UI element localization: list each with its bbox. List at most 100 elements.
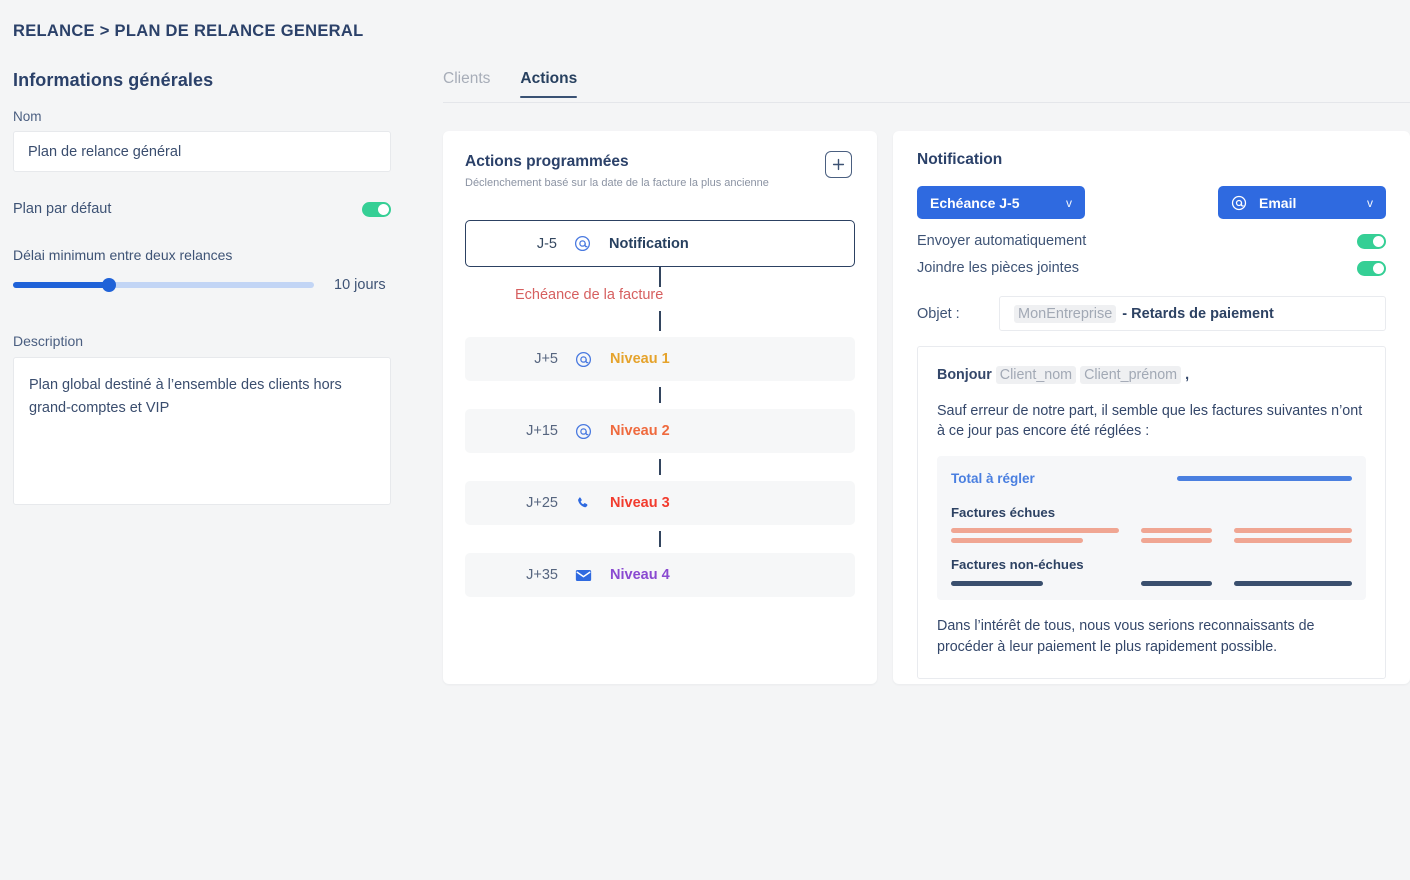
timeline-item-day: J+5: [534, 351, 558, 367]
placeholder-bar: [1140, 581, 1212, 587]
invoice-overdue-placeholder-rows: [951, 528, 1352, 544]
placeholder-column: [1233, 581, 1352, 587]
placeholder-bar: [1233, 581, 1352, 587]
description-label: Description: [13, 333, 84, 349]
timeline-item-label: Niveau 2: [610, 423, 670, 439]
timeline-item-label: Niveau 3: [610, 495, 670, 511]
delay-slider-fill: [13, 282, 110, 288]
tab-clients[interactable]: Clients: [443, 70, 490, 97]
delay-slider[interactable]: [13, 278, 314, 292]
placeholder-column: [1233, 528, 1352, 544]
invoice-total-row: Total à régler: [951, 469, 1352, 489]
name-input[interactable]: Plan de relance général: [13, 131, 391, 172]
at-icon: [574, 235, 604, 252]
delay-slider-row: 10 jours: [13, 277, 393, 293]
placeholder-bar: [1140, 528, 1212, 534]
add-action-button[interactable]: [825, 151, 852, 178]
channel-select-value: Email: [1259, 194, 1297, 211]
trigger-select[interactable]: Echéance J-5 v: [917, 186, 1085, 219]
timeline-item-notification[interactable]: J-5 Notification: [465, 220, 855, 267]
due-date-marker: Echéance de la facture: [515, 287, 664, 303]
delay-value: 10 jours: [334, 277, 386, 293]
attachments-label: Joindre les pièces jointes: [917, 260, 1080, 276]
placeholder-column: [951, 528, 1119, 544]
default-plan-label: Plan par défaut: [13, 201, 112, 217]
placeholder-column: [1140, 581, 1212, 587]
at-icon: [575, 351, 605, 368]
placeholder-bar: [951, 538, 1084, 544]
timeline-item-day: J-5: [536, 235, 557, 252]
notification-body: Notification Echéance J-5 v Email v Envo…: [917, 151, 1386, 679]
timeline-item-niveau-2[interactable]: J+15 Niveau 2: [465, 409, 855, 453]
plus-icon: [832, 158, 845, 171]
timeline-item-day: J+35: [526, 567, 558, 583]
trigger-select-value: Echéance J-5: [930, 194, 1020, 211]
timeline-item-niveau-4[interactable]: J+35 Niveau 4: [465, 553, 855, 597]
chevron-down-icon: v: [1066, 195, 1072, 210]
subject-label: Objet :: [917, 305, 960, 322]
timeline-connector: [659, 459, 661, 475]
at-icon: [575, 423, 605, 440]
timeline-item-label: Notification: [609, 235, 689, 252]
email-greeting-word: Bonjour: [937, 367, 992, 383]
invoice-total-placeholder-bar: [1177, 476, 1352, 482]
default-plan-toggle[interactable]: [362, 201, 391, 217]
phone-icon: [575, 495, 605, 511]
invoice-total-label: Total à régler: [951, 471, 1035, 487]
placeholder-bar: [951, 581, 1044, 587]
timeline-item-niveau-3[interactable]: J+25 Niveau 3: [465, 481, 855, 525]
subject-text: - Retards de paiement: [1122, 305, 1274, 322]
scheduled-actions-title: Actions programmées: [465, 153, 629, 170]
default-plan-row: Plan par défaut: [13, 201, 391, 217]
email-paragraph-2: Dans l’intérêt de tous, nous vous serion…: [937, 618, 1315, 655]
attachments-toggle[interactable]: [1357, 260, 1386, 276]
scheduled-actions-panel: Actions programmées Déclenchement basé s…: [443, 131, 877, 684]
placeholder-bar: [1233, 528, 1352, 534]
subject-input[interactable]: MonEntreprise - Retards de paiement: [999, 296, 1386, 331]
invoice-not-due-placeholder-rows: [951, 581, 1352, 587]
tab-actions[interactable]: Actions: [520, 70, 577, 98]
general-information-form: Informations générales Nom Plan de relan…: [13, 70, 393, 505]
timeline-connector: [659, 311, 661, 331]
channel-select[interactable]: Email v: [1218, 186, 1386, 219]
tab-bar: Clients Actions: [443, 70, 1410, 103]
timeline-connector: [659, 387, 661, 403]
subject-row: Objet : MonEntreprise - Retards de paiem…: [917, 296, 1386, 331]
client-firstname-chip: Client_prénom: [1080, 366, 1182, 384]
invoice-summary-preview: Total à régler Factures échues Factures …: [937, 456, 1366, 601]
description-textarea[interactable]: Plan global destiné à l’ensemble des cli…: [13, 357, 391, 505]
invoice-overdue-label: Factures échues: [951, 504, 1056, 520]
timeline-item-day: J+15: [526, 423, 558, 439]
timeline-item-label: Niveau 1: [610, 351, 670, 367]
envelope-icon: [575, 567, 605, 584]
name-label: Nom: [13, 109, 42, 124]
notification-panel: Notification Echéance J-5 v Email v Envo…: [893, 131, 1410, 684]
delay-label: Délai minimum entre deux relances: [13, 247, 233, 263]
attachments-row: Joindre les pièces jointes: [917, 260, 1386, 276]
timeline-item-niveau-1[interactable]: J+5 Niveau 1: [465, 337, 855, 381]
client-lastname-chip: Client_nom: [995, 366, 1077, 384]
notification-title: Notification: [917, 151, 1003, 168]
email-greeting: Bonjour Client_nom Client_prénom ,: [937, 365, 1366, 386]
breadcrumb: RELANCE > PLAN DE RELANCE GENERAL: [13, 22, 364, 40]
actions-timeline: J-5 Notification Echéance de la facture …: [465, 220, 855, 597]
chevron-down-icon: v: [1367, 195, 1373, 210]
email-greeting-comma: ,: [1185, 367, 1190, 383]
delay-slider-thumb[interactable]: [102, 278, 117, 292]
section-title-general-information: Informations générales: [13, 70, 214, 90]
placeholder-column: [1140, 528, 1212, 544]
auto-send-row: Envoyer automatiquement: [917, 233, 1386, 249]
email-body-editor[interactable]: Bonjour Client_nom Client_prénom , Sauf …: [917, 346, 1386, 679]
invoice-not-due-label: Factures non-échues: [951, 557, 1084, 573]
subject-variable-chip: MonEntreprise: [1014, 304, 1117, 323]
auto-send-label: Envoyer automatiquement: [917, 233, 1087, 249]
auto-send-toggle[interactable]: [1357, 233, 1386, 249]
timeline-connector: [659, 267, 661, 287]
app-page: RELANCE > PLAN DE RELANCE GENERAL Inform…: [0, 0, 1410, 880]
placeholder-bar: [1233, 538, 1352, 544]
scheduled-actions-subtitle: Déclenchement basé sur la date de la fac…: [465, 177, 769, 189]
placeholder-column: [951, 581, 1119, 587]
at-icon: [1231, 195, 1247, 211]
timeline-item-day: J+25: [526, 495, 558, 511]
placeholder-bar: [951, 528, 1119, 534]
